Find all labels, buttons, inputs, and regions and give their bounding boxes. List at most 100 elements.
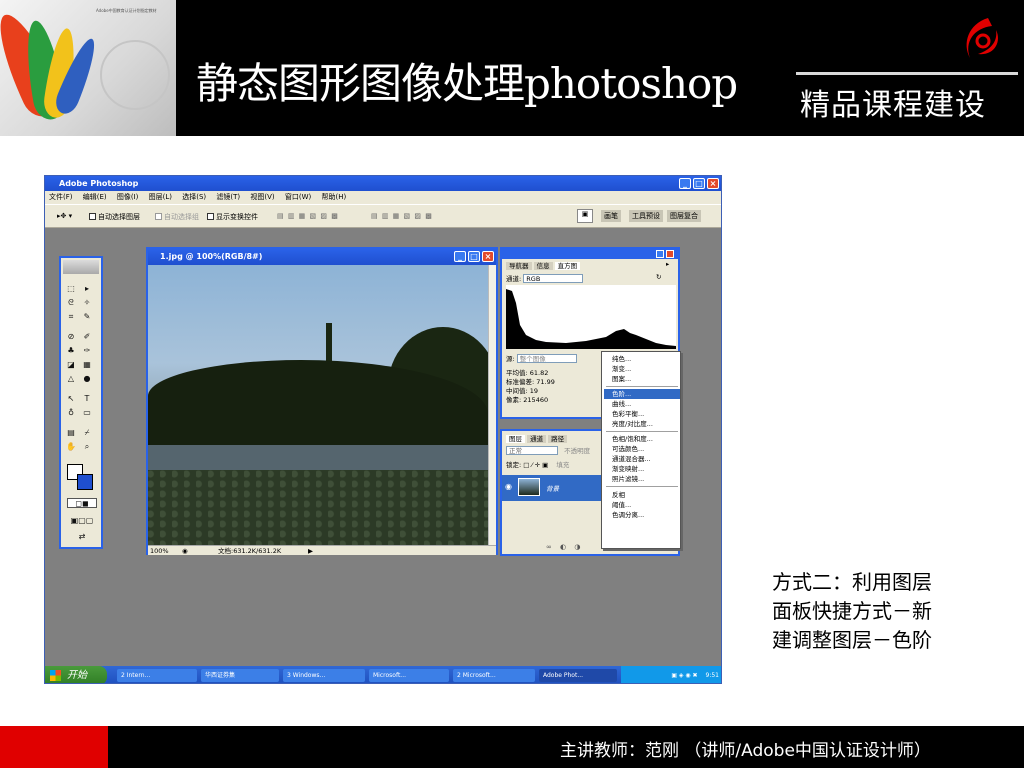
show-transform-checkbox[interactable]: 显示变换控件	[207, 212, 258, 222]
tab-histogram[interactable]: 直方图	[554, 262, 581, 270]
menu-item-curves[interactable]: 曲线...	[612, 399, 680, 409]
caption-text: 方式二：利用图层 面板快捷方式－新 建调整图层－色阶	[772, 568, 992, 655]
lasso-tool-icon[interactable]: ᘓ	[65, 298, 77, 308]
screen-mode-icon[interactable]: ▣▢▢	[67, 516, 97, 526]
image-window-titlebar[interactable]: 1.jpg @ 100%(RGB/8#) _ □ ×	[148, 249, 496, 265]
image-minimize-button[interactable]: _	[454, 251, 466, 262]
move-tool-icon[interactable]: ▸	[81, 284, 93, 294]
menu-layer[interactable]: 图层(L)	[149, 191, 172, 204]
stamp-tool-icon[interactable]: ♣	[65, 346, 77, 356]
blur-tool-icon[interactable]: △	[65, 374, 77, 384]
blend-mode-select[interactable]: 正常	[506, 446, 558, 455]
refresh-icon[interactable]: ↻	[656, 273, 661, 281]
task-microsoft-2[interactable]: 2 Microsoft...	[453, 669, 535, 682]
panel-menu-icon[interactable]: ▸	[666, 260, 669, 268]
tab-layers[interactable]: 图层	[506, 435, 525, 443]
palette-well-icon[interactable]: ▣	[577, 209, 593, 223]
menu-item-channel-mixer[interactable]: 通道混合器...	[612, 454, 680, 464]
task-securities[interactable]: 华西证券集	[201, 669, 279, 682]
palette-tab-presets[interactable]: 工具预设	[629, 210, 663, 222]
menu-item-hue-saturation[interactable]: 色相/饱和度...	[612, 434, 680, 444]
healing-brush-icon[interactable]: ⊘	[65, 332, 77, 342]
menu-item-threshold[interactable]: 阈值...	[612, 500, 680, 510]
brand-swirl-icon	[966, 18, 998, 58]
marquee-tool-icon[interactable]: ⬚	[65, 284, 77, 294]
landscape-photo[interactable]	[148, 265, 488, 545]
menu-item-pattern[interactable]: 图案...	[612, 374, 680, 384]
histogram-minimize-button[interactable]	[656, 250, 664, 258]
palette-tab-brushes[interactable]: 画笔	[601, 210, 621, 222]
menu-help[interactable]: 帮助(H)	[321, 191, 346, 204]
distribute-buttons[interactable]: ▤ ▥ ▦ ▧ ▨ ▩	[371, 212, 433, 220]
tab-channels[interactable]: 通道	[527, 435, 547, 443]
menu-item-solid-color[interactable]: 纯色...	[612, 354, 680, 364]
brand-text: 精品课程建设	[800, 88, 986, 123]
status-menu-icon[interactable]: ◉	[182, 546, 188, 556]
menu-image[interactable]: 图像(I)	[117, 191, 139, 204]
pen-tool-icon[interactable]: ♁	[65, 408, 77, 418]
histogram-close-button[interactable]	[666, 250, 674, 258]
lock-icons[interactable]: □ ⁄ ✛ ▣	[523, 461, 548, 469]
dodge-tool-icon[interactable]: ●	[81, 374, 93, 384]
menu-item-photo-filter[interactable]: 照片滤镜...	[612, 474, 680, 484]
brush-tool-icon[interactable]: ✐	[81, 332, 93, 342]
background-color-swatch[interactable]	[77, 474, 93, 490]
slice-tool-icon[interactable]: ✎	[81, 312, 93, 322]
menu-select[interactable]: 选择(S)	[182, 191, 206, 204]
image-vertical-scrollbar[interactable]	[488, 265, 496, 545]
shape-tool-icon[interactable]: ▭	[81, 408, 93, 418]
eraser-tool-icon[interactable]: ◪	[65, 360, 77, 370]
source-select[interactable]: 整个图像	[516, 354, 577, 363]
tab-info[interactable]: 信息	[533, 262, 553, 270]
move-tool-icon[interactable]: ▸✥ ▾	[57, 212, 72, 220]
start-button[interactable]: 开始	[45, 666, 107, 683]
task-adobe-photoshop[interactable]: Adobe Phot...	[539, 669, 617, 682]
tray-icons[interactable]: ▣ ◈ ◉ ✖	[671, 672, 697, 679]
histogram-panel-titlebar[interactable]	[502, 249, 678, 259]
image-maximize-button[interactable]: □	[468, 251, 480, 262]
history-brush-icon[interactable]: ✑	[81, 346, 93, 356]
menu-item-gradient[interactable]: 渐变...	[612, 364, 680, 374]
task-microsoft-1[interactable]: Microsoft...	[369, 669, 449, 682]
auto-select-checkbox[interactable]: 自动选择图层	[89, 212, 140, 222]
jump-to-imageready-icon[interactable]: ⇄	[67, 532, 97, 542]
menu-window[interactable]: 窗口(W)	[285, 191, 311, 204]
menu-item-posterize[interactable]: 色调分离...	[612, 510, 680, 520]
notes-tool-icon[interactable]: ▤	[65, 428, 77, 438]
crop-tool-icon[interactable]: ⌗	[65, 312, 77, 322]
tab-paths[interactable]: 路径	[548, 435, 568, 443]
task-windows[interactable]: 3 Windows...	[283, 669, 365, 682]
task-internet-explorer[interactable]: 2 Intern...	[117, 669, 197, 682]
layer-footer-icons[interactable]: ∞ ◐ ◑	[546, 543, 584, 551]
menu-item-selective-color[interactable]: 可选颜色...	[612, 444, 680, 454]
minimize-button[interactable]: _	[679, 178, 691, 189]
channel-select[interactable]: RGB	[523, 274, 584, 283]
zoom-tool-icon[interactable]: ⌕	[81, 442, 93, 452]
eye-visibility-icon[interactable]: ◉	[505, 482, 512, 491]
menu-item-invert[interactable]: 反相	[612, 490, 680, 500]
menu-view[interactable]: 视图(V)	[250, 191, 274, 204]
menu-file[interactable]: 文件(F)	[49, 191, 73, 204]
type-tool-icon[interactable]: T	[81, 394, 93, 404]
maximize-button[interactable]: □	[693, 178, 705, 189]
gradient-tool-icon[interactable]: ▦	[81, 360, 93, 370]
palette-tab-comps[interactable]: 图层复合	[667, 210, 701, 222]
status-arrow-icon[interactable]: ▶	[308, 546, 313, 556]
hand-tool-icon[interactable]: ✋	[65, 442, 77, 452]
menu-item-gradient-map[interactable]: 渐变映射...	[612, 464, 680, 474]
path-select-icon[interactable]: ↖	[65, 394, 77, 404]
menu-item-brightness-contrast[interactable]: 亮度/对比度...	[612, 419, 680, 429]
eyedropper-icon[interactable]: ⌿	[81, 428, 93, 438]
tab-navigator[interactable]: 导航器	[506, 262, 532, 270]
close-button[interactable]: ×	[707, 178, 719, 189]
quick-mask-icon[interactable]: ◻◼	[67, 498, 97, 508]
image-close-button[interactable]: ×	[482, 251, 494, 262]
menu-edit[interactable]: 编辑(E)	[83, 191, 107, 204]
menu-item-levels[interactable]: 色阶...	[604, 389, 680, 399]
menu-item-color-balance[interactable]: 色彩平衡...	[612, 409, 680, 419]
align-buttons[interactable]: ▤ ▥ ▦ ▧ ▨ ▩	[277, 212, 339, 220]
menu-filter[interactable]: 滤镜(T)	[216, 191, 240, 204]
auto-select-group-checkbox[interactable]: 自动选择组	[155, 212, 199, 222]
magic-wand-icon[interactable]: ✧	[81, 298, 93, 308]
zoom-readout[interactable]: 100%	[150, 546, 169, 556]
